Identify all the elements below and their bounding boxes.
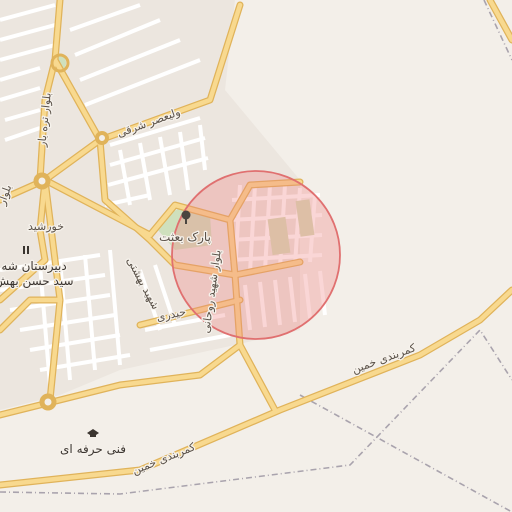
label-khorshid[interactable]: خورشید: [27, 219, 66, 235]
label-school[interactable]: دبیرستان شه: [0, 258, 68, 276]
label-school-name[interactable]: سید حسن بهش: [0, 273, 75, 291]
map-view[interactable]: پارک بعثت ولیعصر شرقی بلوار تره بار خورش…: [0, 0, 512, 512]
label-ring-road-2[interactable]: کمربندی خمین: [129, 439, 199, 479]
search-radius-highlight[interactable]: [171, 170, 341, 340]
map-canvas[interactable]: پارک بعثت ولیعصر شرقی بلوار تره بار خورش…: [0, 0, 512, 512]
label-park[interactable]: پارک بعثت: [158, 229, 212, 247]
graduation-cap-icon[interactable]: [87, 429, 99, 437]
label-vocational[interactable]: فنی حرفه ای: [59, 441, 128, 459]
